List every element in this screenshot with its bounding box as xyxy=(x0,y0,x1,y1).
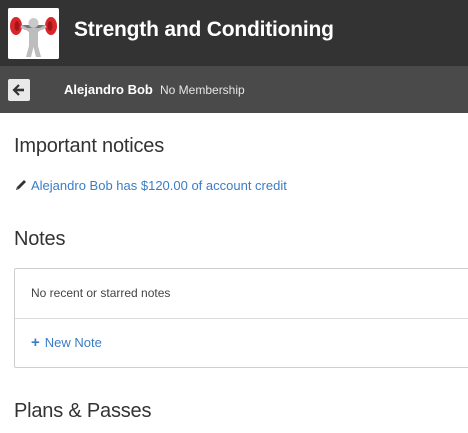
pencil-icon xyxy=(16,180,26,190)
notes-empty-message: No recent or starred notes xyxy=(31,286,171,300)
back-button[interactable] xyxy=(8,79,30,101)
plans-passes-heading: Plans & Passes xyxy=(14,400,152,422)
plus-icon: + xyxy=(31,334,40,351)
membership-status: No Membership xyxy=(160,83,245,97)
app-title: Strength and Conditioning xyxy=(74,18,334,41)
notes-heading: Notes xyxy=(14,228,66,250)
notice-text: Alejandro Bob has $120.00 of account cre… xyxy=(31,177,287,193)
account-credit-notice[interactable]: Alejandro Bob has $120.00 of account cre… xyxy=(14,177,287,193)
divider xyxy=(15,318,468,319)
new-note-button[interactable]: + New Note xyxy=(31,334,102,351)
member-name[interactable]: Alejandro Bob xyxy=(64,82,153,97)
important-notices-heading: Important notices xyxy=(14,135,165,157)
new-note-label: New Note xyxy=(44,335,102,350)
arrow-left-icon xyxy=(12,84,24,96)
notes-panel: No recent or starred notes + New Note xyxy=(14,268,468,368)
member-bar: Alejandro Bob No Membership xyxy=(0,66,468,113)
weightlifter-logo-icon[interactable] xyxy=(8,8,59,59)
top-header-bar: Strength and Conditioning xyxy=(0,0,468,66)
